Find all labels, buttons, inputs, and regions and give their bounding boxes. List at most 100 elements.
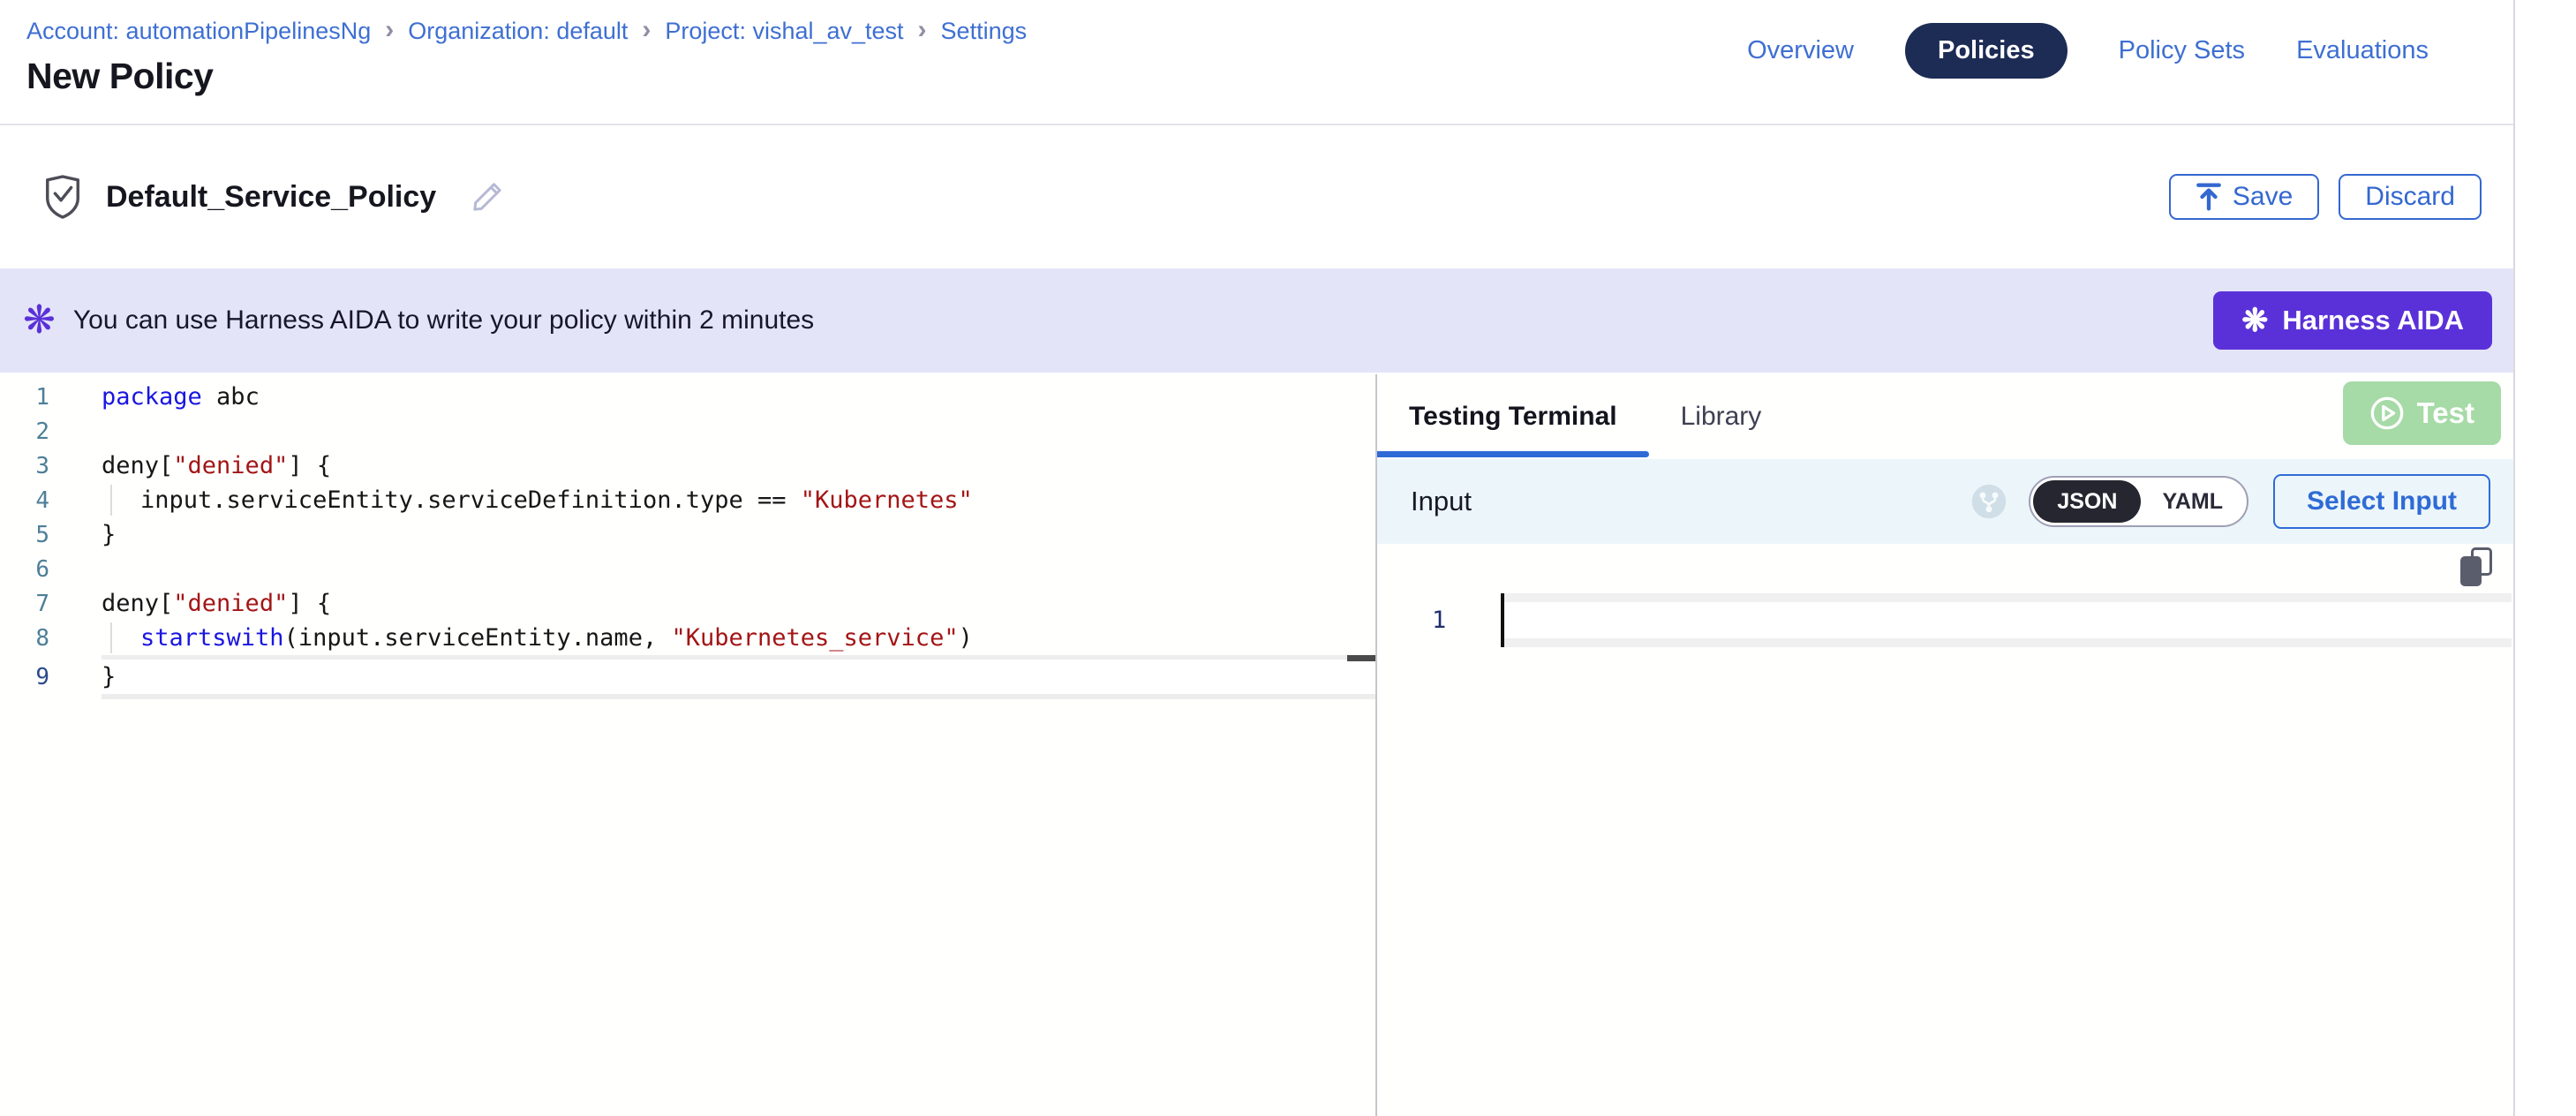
active-line-bottom-border — [1501, 638, 2512, 647]
code-segment-plain: ) — [959, 624, 973, 652]
horizontal-scrollbar-thumb[interactable] — [1347, 655, 1375, 661]
rego-editor-lines: 1package abc23deny["denied"] {4input.ser… — [0, 380, 1375, 699]
line-content — [102, 414, 1375, 449]
header-tab-policies[interactable]: Policies — [1905, 23, 2068, 79]
header-tab-policy-sets[interactable]: Policy Sets — [2119, 36, 2245, 65]
test-button[interactable]: Test — [2343, 381, 2501, 445]
code-segment-string: "Kubernetes_service" — [671, 624, 958, 652]
header-tabs: Overview Policies Policy Sets Evaluations — [1747, 23, 2429, 79]
line-number: 2 — [0, 418, 49, 445]
line-number: 8 — [0, 625, 49, 652]
code-line[interactable]: 8 startswith(input.serviceEntity.name, "K… — [0, 621, 1375, 655]
input-editor-topbar — [1377, 544, 2513, 593]
copy-icon-front — [2460, 556, 2482, 586]
header-tab-overview[interactable]: Overview — [1747, 36, 1854, 65]
fork-icon[interactable] — [1970, 483, 2007, 520]
line-content: deny["denied"] { — [102, 449, 1375, 483]
code-line[interactable]: 1 package abc — [0, 380, 1375, 414]
edit-pencil-icon[interactable] — [470, 179, 505, 215]
line-content: deny["denied"] { — [102, 586, 1375, 621]
code-line[interactable]: 7 deny["denied"] { — [0, 586, 1375, 621]
code-line[interactable]: 5} — [0, 517, 1375, 552]
code-segment-plain: deny[ — [102, 590, 173, 617]
line-content: package abc — [102, 380, 1375, 414]
line-content — [102, 552, 1375, 586]
line-number: 5 — [0, 522, 49, 548]
code-segment-string: "Kubernetes" — [801, 486, 973, 514]
line-number: 4 — [0, 487, 49, 514]
input-editor-active-line[interactable] — [1501, 593, 2512, 647]
discard-button[interactable]: Discard — [2339, 174, 2482, 220]
workspace: 1package abc23deny["denied"] {4input.ser… — [0, 374, 2513, 1116]
text-cursor — [1501, 593, 1504, 647]
play-icon — [2369, 396, 2405, 431]
code-segment-plain: (input.serviceEntity.name, — [284, 624, 672, 652]
input-label: Input — [1411, 486, 1472, 517]
input-editor-gutter: 1 — [1377, 593, 1501, 647]
breadcrumb-separator: › — [642, 17, 651, 43]
breadcrumb-separator: › — [918, 17, 927, 43]
policy-toolbar: Default_Service_Policy Save Discard — [0, 125, 2513, 268]
policy-page: Account: automationPipelinesNg › Organizat… — [0, 0, 2576, 1116]
format-option-json[interactable]: JSON — [2033, 480, 2141, 523]
test-button-label: Test — [2417, 396, 2474, 430]
input-line-number: 1 — [1377, 607, 1446, 634]
upload-icon — [2196, 182, 2222, 212]
rego-code-editor[interactable]: 1package abc23deny["denied"] {4input.ser… — [0, 374, 1377, 1116]
header-tab-evaluations[interactable]: Evaluations — [2296, 36, 2429, 65]
active-line-top-border — [1501, 593, 2512, 602]
code-segment-plain: ] { — [288, 590, 331, 617]
copy-icon[interactable] — [2460, 547, 2499, 588]
aida-banner: ❋ You can use Harness AIDA to write your… — [0, 268, 2513, 373]
code-segment-string: "denied" — [173, 590, 288, 617]
line-number: 7 — [0, 591, 49, 617]
harness-aida-button[interactable]: ❋ Harness AIDA — [2213, 291, 2492, 350]
tab-library[interactable]: Library — [1649, 374, 1794, 459]
code-segment-plain: input.serviceEntity.serviceDefinition.ty… — [140, 486, 801, 514]
tab-testing-terminal-label: Testing Terminal — [1409, 402, 1617, 432]
code-line[interactable]: 4 input.serviceEntity.serviceDefinition.t… — [0, 483, 1375, 517]
code-line[interactable]: 9} — [0, 655, 1375, 699]
input-section-header: Input JSONYAML Select Input — [1377, 459, 2513, 544]
line-number: 9 — [0, 664, 49, 690]
save-label: Save — [2233, 182, 2293, 212]
tab-testing-terminal[interactable]: Testing Terminal — [1377, 374, 1649, 459]
input-editor[interactable]: 1 — [1377, 593, 2513, 647]
format-option-yaml[interactable]: YAML — [2141, 480, 2244, 523]
breadcrumb-link[interactable]: Organization: default — [408, 18, 628, 45]
aida-flower-icon: ❋ — [23, 301, 56, 340]
code-segment-keyword: package — [102, 383, 202, 411]
line-content: } — [102, 655, 1375, 699]
tab-library-label: Library — [1681, 402, 1762, 432]
terminal-tabs: Testing Terminal Library Test — [1377, 374, 2513, 459]
shield-check-icon — [42, 175, 83, 219]
testing-terminal-pane: Testing Terminal Library Test Input — [1377, 374, 2513, 1116]
line-number: 6 — [0, 556, 49, 583]
policy-name: Default_Service_Policy — [106, 180, 436, 215]
code-segment-plain: abc — [202, 383, 260, 411]
breadcrumb-link[interactable]: Project: vishal_av_test — [665, 18, 903, 45]
line-content: input.serviceEntity.serviceDefinition.ty… — [102, 483, 1375, 517]
breadcrumb-link[interactable]: Account: automationPipelinesNg — [26, 18, 371, 45]
code-segment-plain: } — [102, 663, 116, 690]
breadcrumb-link[interactable]: Settings — [941, 18, 1028, 45]
code-line[interactable]: 3 deny["denied"] { — [0, 449, 1375, 483]
line-number: 3 — [0, 453, 49, 479]
code-segment-keyword: startswith — [140, 624, 284, 652]
line-number: 1 — [0, 384, 49, 411]
format-toggle: JSONYAML — [2029, 476, 2248, 527]
aida-button-label: Harness AIDA — [2282, 305, 2464, 336]
input-editor-line-content[interactable] — [1501, 602, 2512, 638]
save-button[interactable]: Save — [2169, 174, 2319, 220]
code-segment-plain: deny[ — [102, 452, 173, 479]
aida-banner-message: You can use Harness AIDA to write your p… — [73, 305, 2213, 336]
code-segment-plain: ] { — [288, 452, 331, 479]
code-line[interactable]: 6 — [0, 552, 1375, 586]
main-content: Account: automationPipelinesNg › Organizat… — [0, 0, 2515, 1116]
aida-button-flower-icon: ❋ — [2241, 305, 2268, 336]
line-content: } — [102, 517, 1375, 552]
code-line[interactable]: 2 — [0, 414, 1375, 449]
select-input-button[interactable]: Select Input — [2273, 474, 2490, 529]
page-header: Account: automationPipelinesNg › Organizat… — [0, 0, 2513, 125]
code-segment-plain: } — [102, 521, 116, 548]
